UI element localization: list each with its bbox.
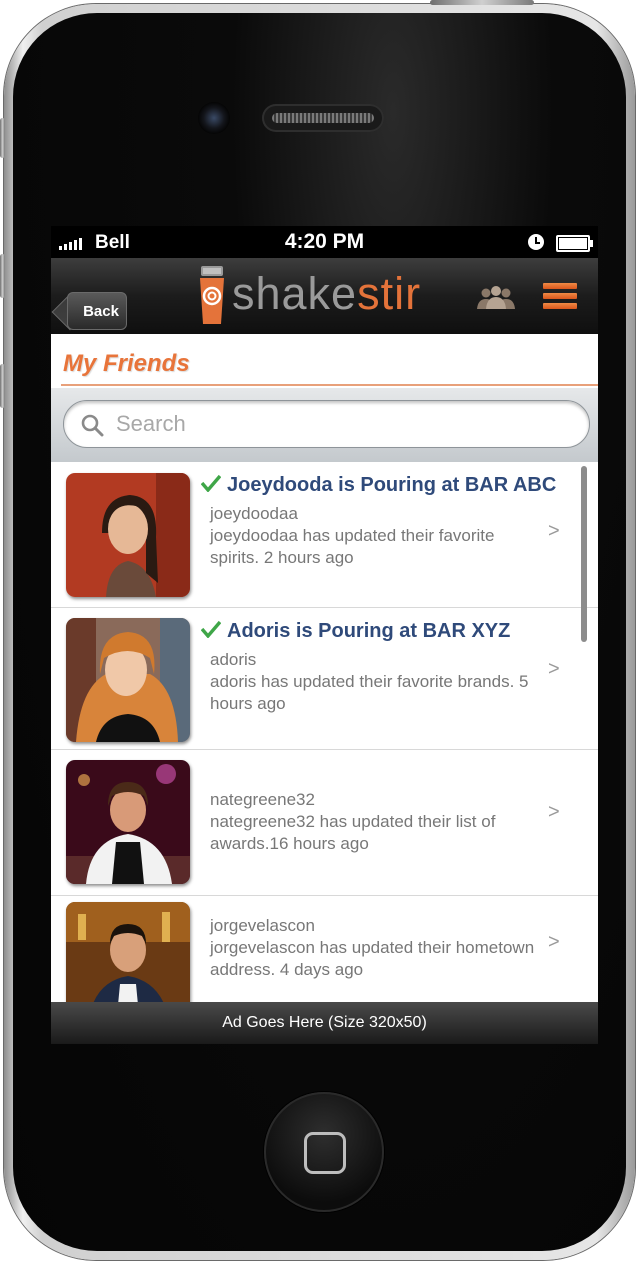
chevron-right-icon[interactable]: >	[548, 520, 560, 543]
chevron-right-icon[interactable]: >	[548, 801, 560, 824]
status-time: 4:20 PM	[284, 230, 365, 253]
alarm-clock-icon	[528, 234, 544, 250]
search-icon	[81, 414, 104, 437]
battery-icon	[556, 235, 593, 252]
back-button-wrapper[interactable]: Back	[57, 275, 131, 330]
friend-avatar[interactable]	[66, 473, 190, 597]
friend-avatar[interactable]	[66, 760, 190, 884]
feed-scrollbar[interactable]	[581, 466, 587, 642]
feed-item-username: nategreene32	[210, 790, 315, 809]
checkmark-icon	[201, 474, 221, 492]
logo-part-shake: shake	[232, 268, 358, 319]
feed-item-description: jorgevelascon has updated their hometown…	[210, 938, 535, 979]
home-button[interactable]	[264, 1092, 384, 1212]
feed-item-username: jorgevelascon	[210, 916, 315, 935]
chevron-right-icon[interactable]: >	[548, 658, 560, 681]
page-title: My Friends	[63, 350, 190, 377]
feed-item-username: joeydoodaa	[210, 504, 298, 523]
home-square-icon	[304, 1132, 346, 1174]
friends-group-icon[interactable]	[476, 285, 516, 309]
mute-switch	[0, 118, 5, 158]
friends-feed-list[interactable]: Joeydooda is Pouring at BAR ABC joeydood…	[51, 462, 598, 1002]
ad-banner[interactable]: Ad Goes Here (Size 320x50)	[51, 1002, 598, 1044]
earpiece-speaker	[262, 104, 384, 132]
feed-item-description: adoris has updated their favorite brands…	[210, 672, 529, 713]
search-box[interactable]	[63, 400, 590, 448]
app-screen: Bell 4:20 PM Back shakestir My Friends S…	[51, 226, 598, 1044]
title-divider	[61, 384, 598, 386]
status-bar: Bell 4:20 PM	[51, 226, 598, 258]
feed-item-username: adoris	[210, 650, 257, 669]
checkmark-icon	[201, 620, 221, 638]
feed-item-title[interactable]: Joeydooda is Pouring at BAR ABC	[201, 474, 556, 497]
logo-part-stir: stir	[357, 268, 422, 319]
front-camera	[198, 102, 230, 134]
hamburger-menu-icon[interactable]	[543, 283, 577, 311]
friend-avatar[interactable]	[66, 902, 190, 1002]
navigation-bar: Back shakestir	[51, 258, 598, 334]
feed-item-description: nategreene32 has updated their list of a…	[210, 812, 496, 853]
feed-item-description: joeydoodaa has updated their favorite sp…	[210, 526, 495, 567]
back-button[interactable]: Back	[67, 292, 127, 330]
feed-item-title-text: Adoris is Pouring at BAR XYZ	[227, 620, 511, 642]
volume-up-button	[0, 254, 5, 298]
power-button	[430, 0, 534, 5]
feed-item-title[interactable]: Adoris is Pouring at BAR XYZ	[201, 620, 510, 643]
feed-item[interactable]: Joeydooda is Pouring at BAR ABC joeydood…	[51, 462, 598, 608]
feed-item[interactable]: nategreene32 nategreene32 has updated th…	[51, 750, 598, 896]
shaker-cup-logo-icon	[200, 266, 224, 324]
feed-item[interactable]: jorgevelascon jorgevelascon has updated …	[51, 896, 598, 1002]
app-logo-text: shakestir	[232, 268, 421, 320]
chevron-right-icon[interactable]: >	[548, 931, 560, 954]
feed-item-title-text: Joeydooda is Pouring at BAR ABC	[227, 474, 557, 496]
friend-avatar[interactable]	[66, 618, 190, 742]
volume-down-button	[0, 364, 5, 408]
search-input[interactable]	[116, 409, 556, 439]
feed-item[interactable]: Adoris is Pouring at BAR XYZ adoris ador…	[51, 608, 598, 750]
search-bar-area	[51, 388, 598, 462]
